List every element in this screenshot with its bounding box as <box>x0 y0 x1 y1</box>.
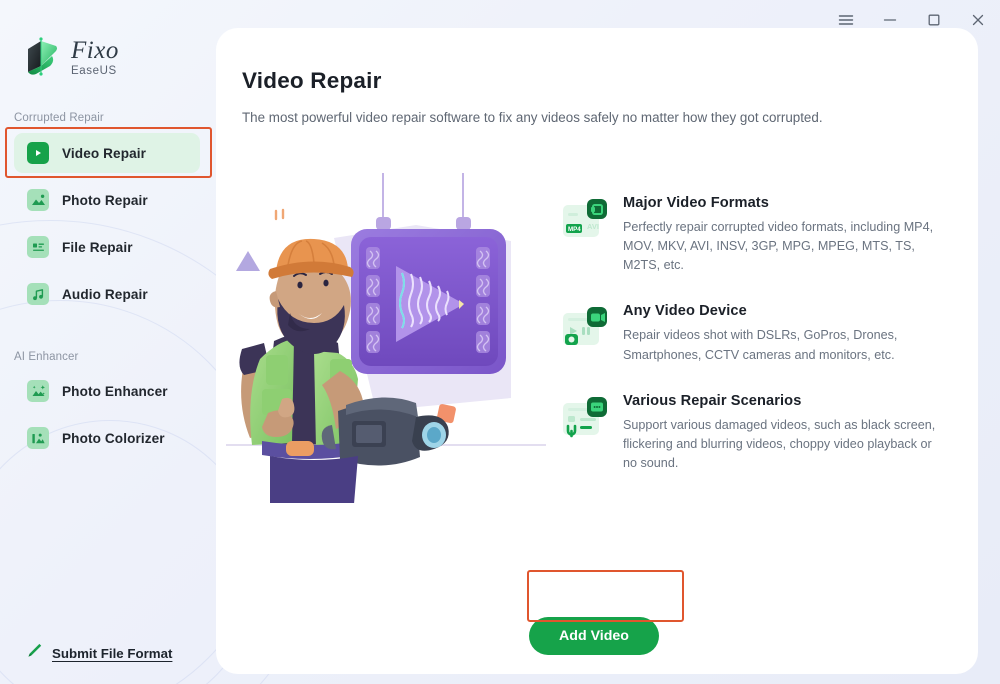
feature-list: AVI MP4 Major Video Formats Perfectly re… <box>561 193 961 499</box>
feature-item: Various Repair Scenarios Support various… <box>561 391 961 473</box>
title-bar <box>0 0 1000 40</box>
fixo-cube-logo-icon <box>22 36 62 78</box>
video-format-card-icon: AVI MP4 <box>561 197 609 245</box>
submit-file-format-label: Submit File Format <box>52 645 173 661</box>
brand-logo-block: Fixo EaseUS <box>22 36 119 78</box>
sidebar-item-label: File Repair <box>62 239 133 255</box>
add-video-button[interactable]: Add Video <box>529 617 659 655</box>
cta-section: Add Video Click the Add Video button or … <box>216 570 978 674</box>
feature-description: Support various damaged videos, such as … <box>623 417 936 470</box>
maximize-button[interactable] <box>912 5 956 35</box>
sidebar-item-label: Audio Repair <box>62 286 148 302</box>
music-note-icon <box>27 283 49 305</box>
file-document-icon <box>27 236 49 258</box>
main-content-card: Video Repair The most powerful video rep… <box>216 28 978 674</box>
feature-item: Any Video Device Repair videos shot with… <box>561 301 961 364</box>
brand-name: Fixo <box>71 37 119 65</box>
video-play-icon <box>27 142 49 164</box>
sidebar-item-audio-repair[interactable]: Audio Repair <box>14 274 200 314</box>
close-button[interactable] <box>956 5 1000 35</box>
brand-subtitle: EaseUS <box>71 65 117 78</box>
sidebar-item-label: Photo Repair <box>62 192 148 208</box>
photo-colorize-icon <box>27 427 49 449</box>
svg-text:AVI: AVI <box>587 222 599 231</box>
repair-scenarios-screen-icon <box>561 395 609 443</box>
page-subtitle: The most powerful video repair software … <box>242 110 823 125</box>
video-device-camera-icon <box>561 305 609 353</box>
minimize-button[interactable] <box>868 5 912 35</box>
sidebar-group-label-corrupted-repair: Corrupted Repair <box>14 112 104 124</box>
feature-item: AVI MP4 Major Video Formats Perfectly re… <box>561 193 961 275</box>
drag-drop-hint: Click the Add Video button or drag & dro… <box>216 673 978 674</box>
feature-description: Repair videos shot with DSLRs, GoPros, D… <box>623 328 898 362</box>
pencil-edit-icon <box>26 642 43 664</box>
sidebar-item-label: Photo Colorizer <box>62 430 165 446</box>
videographer-with-camera-illustration <box>226 173 546 503</box>
feature-description: Perfectly repair corrupted video formats… <box>623 220 934 273</box>
sidebar-item-photo-colorizer[interactable]: Photo Colorizer <box>14 418 200 458</box>
sidebar-item-photo-enhancer[interactable]: Photo Enhancer <box>14 371 200 411</box>
photo-image-icon <box>27 189 49 211</box>
sidebar-item-label: Photo Enhancer <box>62 383 168 399</box>
sidebar-group-label-ai-enhancer: AI Enhancer <box>14 351 79 363</box>
sidebar-item-file-repair[interactable]: File Repair <box>14 227 200 267</box>
page-title: Video Repair <box>242 68 382 93</box>
feature-title: Any Video Device <box>623 303 747 320</box>
feature-title: Various Repair Scenarios <box>623 392 802 409</box>
photo-sparkle-icon <box>27 380 49 402</box>
submit-file-format-link[interactable]: Submit File Format <box>26 642 172 664</box>
svg-text:MP4: MP4 <box>568 226 581 233</box>
sidebar: Fixo EaseUS Corrupted Repair AI Enhancer… <box>0 0 216 684</box>
sidebar-item-video-repair[interactable]: Video Repair <box>14 133 200 173</box>
sidebar-item-photo-repair[interactable]: Photo Repair <box>14 180 200 220</box>
sidebar-item-label: Video Repair <box>62 145 147 161</box>
feature-title: Major Video Formats <box>623 195 769 211</box>
hamburger-menu-button[interactable] <box>824 5 868 35</box>
